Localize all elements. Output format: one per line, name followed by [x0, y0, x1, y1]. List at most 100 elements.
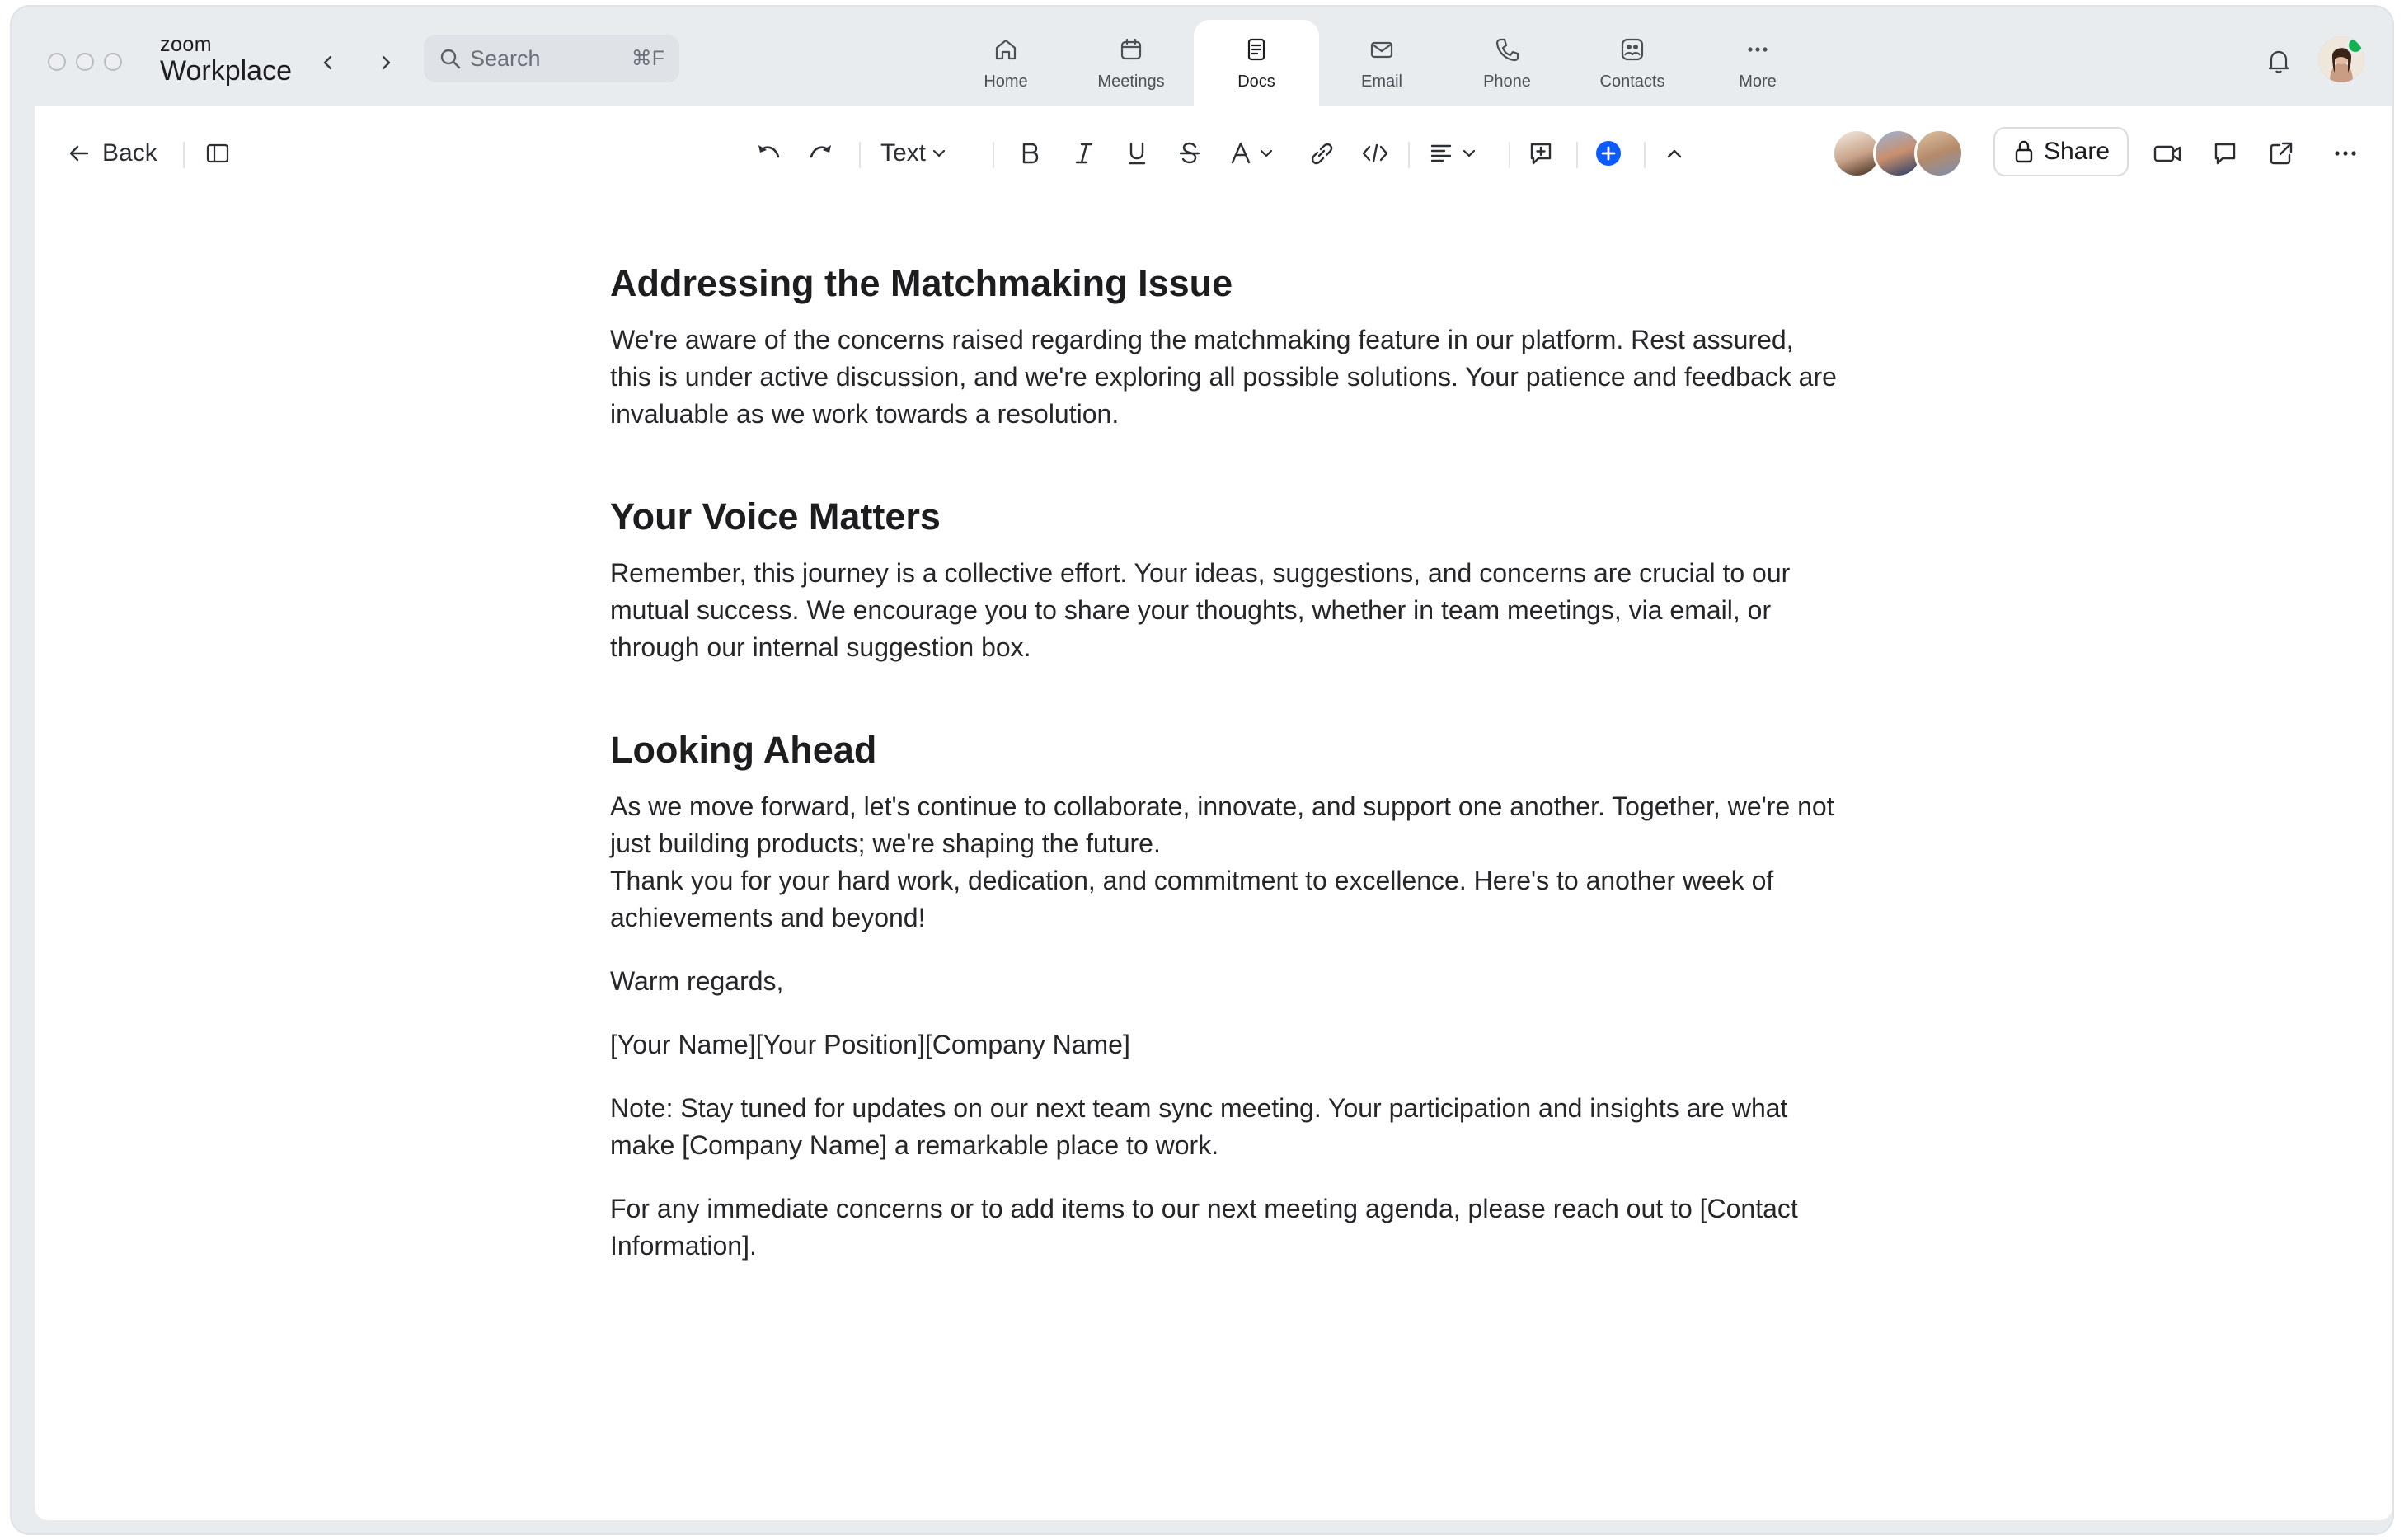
open-external-button[interactable] — [2267, 134, 2295, 173]
underline-icon — [1128, 142, 1146, 165]
font-color-icon — [1231, 142, 1251, 164]
insert-button[interactable] — [1594, 134, 1622, 173]
signature-line: [Your Name][Your Position][Company Name] — [610, 1030, 1130, 1059]
plus-circle-icon — [1596, 141, 1621, 166]
heading-matchmaking: Addressing the Matchmaking Issue — [610, 262, 1233, 304]
search-placeholder: Search — [470, 45, 541, 71]
tab-label: Email — [1360, 73, 1402, 91]
heading-looking-ahead: Looking Ahead — [610, 729, 877, 771]
divider — [859, 142, 861, 168]
nav-back-button[interactable] — [313, 48, 343, 77]
paragraph: Thank you for your hard work, dedication… — [610, 866, 1774, 932]
my-avatar[interactable] — [2318, 36, 2364, 82]
toggle-sidebar-button[interactable] — [204, 134, 231, 173]
chevron-right-icon — [382, 55, 391, 70]
undo-button[interactable] — [754, 134, 783, 173]
tab-docs[interactable]: Docs — [1194, 20, 1319, 106]
link-button[interactable] — [1308, 134, 1336, 173]
main-tabs: Home Meetings Docs Email Phone Contacts … — [943, 20, 1820, 106]
tab-meetings[interactable]: Meetings — [1068, 20, 1194, 106]
chevron-left-icon — [323, 55, 332, 70]
underline-button[interactable] — [1123, 134, 1151, 173]
nav-forward-button[interactable] — [371, 48, 401, 77]
search-input[interactable]: Search ⌘F — [424, 35, 679, 82]
more-icon — [1748, 47, 1768, 52]
document-body[interactable]: Addressing the Matchmaking Issue We're a… — [610, 262, 1838, 1265]
back-label: Back — [102, 139, 157, 167]
note-paragraph: Note: Stay tuned for updates on our next… — [610, 1093, 1788, 1160]
brand-big: Workplace — [160, 55, 292, 87]
closing-line: Warm regards, — [610, 966, 784, 996]
strikethrough-button[interactable] — [1176, 134, 1204, 173]
text-style-value: Text — [880, 139, 927, 167]
ellipsis-icon — [2335, 151, 2356, 156]
chat-icon — [2214, 143, 2236, 165]
collapse-toolbar-button[interactable] — [1664, 134, 1685, 173]
minimize-window-button[interactable] — [76, 53, 94, 71]
editor-toolbar: Back Text Share — [35, 106, 2392, 201]
divider — [1576, 142, 1578, 168]
back-button[interactable]: Back — [68, 134, 157, 173]
link-icon — [1311, 143, 1333, 165]
close-window-button[interactable] — [48, 53, 66, 71]
heading-voice-matters: Your Voice Matters — [610, 495, 941, 538]
phone-icon — [1495, 38, 1519, 62]
tab-label: Contacts — [1599, 73, 1665, 91]
search-shortcut: ⌘F — [631, 47, 664, 70]
docs-panel: Back Text Share Addressing the Matchmaki… — [35, 106, 2392, 1520]
tab-home[interactable]: Home — [943, 20, 1068, 106]
external-link-icon — [2270, 142, 2293, 165]
strikethrough-icon — [1179, 142, 1200, 164]
sidebar-icon — [206, 143, 229, 163]
collaborator-avatars[interactable] — [1832, 129, 1964, 178]
undo-icon — [758, 145, 780, 158]
font-color-dropdown[interactable] — [1228, 134, 1275, 173]
comment-add-icon — [1530, 143, 1552, 165]
text-style-dropdown[interactable]: Text — [880, 134, 947, 173]
align-left-icon — [1430, 144, 1452, 162]
chevron-down-icon — [932, 149, 946, 157]
bold-button[interactable] — [1016, 134, 1044, 173]
comments-button[interactable] — [2211, 134, 2239, 173]
share-button[interactable]: Share — [1993, 127, 2129, 176]
lock-icon — [2015, 140, 2033, 163]
calendar-icon — [1120, 38, 1142, 60]
divider — [1509, 142, 1510, 168]
tab-label: Docs — [1237, 73, 1275, 91]
zoom-window-button[interactable] — [104, 53, 122, 71]
paragraph: As we move forward, let's continue to co… — [610, 791, 1834, 858]
chevron-up-icon — [1667, 149, 1682, 158]
chevron-down-icon — [1260, 149, 1273, 157]
italic-icon — [1075, 143, 1093, 164]
tab-phone[interactable]: Phone — [1444, 20, 1570, 106]
paragraph: We're aware of the concerns raised regar… — [610, 325, 1837, 429]
italic-button[interactable] — [1070, 134, 1098, 173]
tab-more[interactable]: More — [1695, 20, 1820, 106]
divider — [993, 142, 994, 168]
divider — [1408, 142, 1410, 168]
tab-label: More — [1739, 73, 1777, 91]
brand-small: zoom — [160, 33, 213, 56]
tab-label: Meetings — [1097, 73, 1165, 91]
redo-icon — [810, 145, 831, 158]
chevron-down-icon — [1463, 149, 1476, 157]
redo-button[interactable] — [806, 134, 836, 173]
online-status-dot — [2346, 36, 2364, 54]
divider — [183, 142, 185, 168]
add-comment-button[interactable] — [1527, 134, 1555, 173]
app-window: zoom Workplace Search ⌘F Home Meetings D… — [12, 7, 2392, 1533]
video-camera-icon — [2153, 145, 2181, 162]
app-logo: zoom Workplace — [160, 33, 292, 87]
align-dropdown[interactable] — [1428, 134, 1477, 173]
tab-label: Home — [984, 73, 1028, 91]
code-button[interactable] — [1360, 134, 1390, 173]
search-icon — [440, 49, 461, 69]
contacts-icon — [1621, 38, 1644, 61]
tab-contacts[interactable]: Contacts — [1570, 20, 1695, 106]
notifications-button[interactable] — [2264, 46, 2294, 80]
tab-email[interactable]: Email — [1319, 20, 1444, 106]
arrow-left-icon — [69, 145, 89, 162]
more-options-button[interactable] — [2331, 134, 2359, 173]
start-meeting-button[interactable] — [2152, 134, 2183, 173]
email-icon — [1370, 41, 1393, 59]
